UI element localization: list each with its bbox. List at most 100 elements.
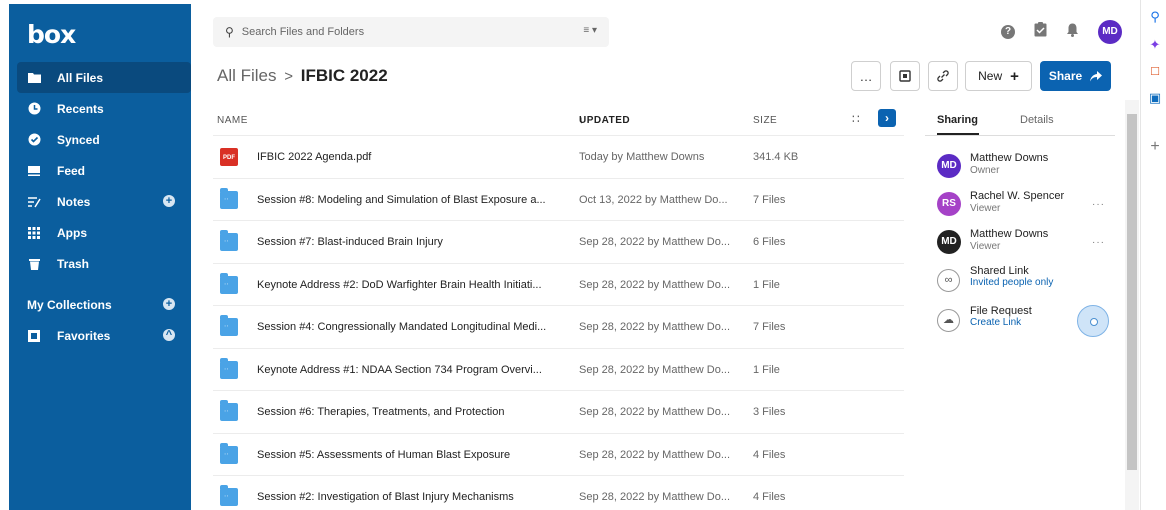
collaborator-name: Matthew Downs (970, 152, 1049, 164)
tasks-icon[interactable] (1034, 22, 1047, 42)
file-name[interactable]: IFBIC 2022 Agenda.pdf (257, 151, 557, 163)
sidebar-item-label: My Collections (27, 297, 112, 312)
column-size[interactable]: SIZE (753, 115, 777, 126)
toggle-sidebar-button[interactable]: › (878, 109, 896, 127)
sidebar-item-feed[interactable]: Feed (17, 155, 191, 186)
breadcrumb-separator: > (284, 68, 294, 85)
folder-icon (220, 357, 238, 379)
new-button[interactable]: New + (965, 61, 1032, 91)
add-collection-button[interactable]: + (163, 298, 175, 310)
search-icon: ⚲ (225, 25, 234, 39)
share-button[interactable]: Share (1040, 61, 1111, 91)
sidebar-item-notes[interactable]: Notes + (17, 186, 191, 217)
table-row[interactable]: Session #5: Assessments of Human Blast E… (213, 432, 904, 476)
shared-link-access[interactable]: Invited people only (970, 277, 1053, 288)
file-name[interactable]: Session #7: Blast-induced Brain Injury (257, 236, 557, 248)
table-row[interactable]: Keynote Address #1: NDAA Section 734 Pro… (213, 347, 904, 391)
file-updated: Today by Matthew Downs (579, 151, 705, 163)
breadcrumb-root[interactable]: All Files (217, 66, 277, 85)
shared-link-row[interactable]: ∞ Shared Link Invited people only (925, 262, 1115, 302)
search-input[interactable]: ⚲ Search Files and Folders ≡ ▾ (213, 17, 609, 47)
file-name[interactable]: Session #8: Modeling and Simulation of B… (257, 194, 557, 206)
table-row[interactable]: Session #4: Congressionally Mandated Lon… (213, 305, 904, 348)
file-name[interactable]: Keynote Address #2: DoD Warfighter Brain… (257, 279, 557, 291)
search-icon[interactable]: ⚲ (1148, 10, 1162, 24)
share-label: Share (1048, 69, 1083, 83)
sidebar-item-my-collections[interactable]: My Collections + (17, 289, 191, 320)
collaborator-row[interactable]: RS Rachel W. Spencer Viewer ··· (925, 186, 1115, 224)
table-row[interactable]: Session #6: Therapies, Treatments, and P… (213, 390, 904, 433)
avatar: MD (937, 154, 961, 178)
check-circle-icon (27, 133, 41, 147)
add-icon[interactable]: + (1148, 139, 1162, 155)
page-title: IFBIC 2022 (300, 66, 388, 85)
sidebar-item-all-files[interactable]: All Files (17, 62, 191, 93)
trash-icon (27, 257, 41, 271)
collaborator-more-button[interactable]: ··· (1092, 237, 1105, 248)
collaborator-row[interactable]: MD Matthew Downs Owner (925, 148, 1115, 186)
sidebar-item-trash[interactable]: Trash (17, 248, 191, 279)
sidebar-item-label: Trash (57, 256, 90, 271)
collaborator-more-button[interactable]: ··· (1092, 199, 1105, 210)
table-row[interactable]: Keynote Address #2: DoD Warfighter Brain… (213, 262, 904, 306)
table-row[interactable]: Session #8: Modeling and Simulation of B… (213, 177, 904, 221)
file-size: 7 Files (753, 193, 786, 206)
add-note-button[interactable]: + (163, 195, 175, 207)
notifications-bell-icon[interactable] (1066, 23, 1079, 42)
file-name[interactable]: Session #2: Investigation of Blast Injur… (257, 491, 557, 503)
sidebar-item-favorites[interactable]: Favorites ^ (17, 320, 191, 351)
office-icon[interactable]: □ (1148, 64, 1162, 78)
copilot-sparkle-icon[interactable]: ✦ (1148, 38, 1162, 52)
file-name[interactable]: Session #4: Congressionally Mandated Lon… (257, 321, 557, 333)
table-header: NAME UPDATED ↓ SIZE (217, 115, 904, 131)
file-name[interactable]: Session #5: Assessments of Human Blast E… (257, 449, 557, 461)
app-window: box All Files Recents Synced Feed Notes (0, 0, 1166, 510)
more-options-button[interactable]: … (851, 61, 881, 91)
help-icon[interactable]: ? (1001, 25, 1015, 39)
sidebar-item-synced[interactable]: Synced (17, 124, 191, 155)
table-row[interactable]: Session #2: Investigation of Blast Injur… (213, 475, 904, 510)
collaborator-name: Rachel W. Spencer (970, 190, 1065, 202)
sidebar-item-recents[interactable]: Recents (17, 93, 191, 124)
file-updated: Sep 28, 2022 by Matthew Do... (579, 278, 731, 291)
file-updated: Sep 28, 2022 by Matthew Do... (579, 236, 731, 248)
apps-grid-icon (27, 226, 41, 240)
clock-icon (27, 102, 41, 116)
file-name[interactable]: Session #6: Therapies, Treatments, and P… (257, 406, 557, 418)
new-label: New (978, 69, 1003, 83)
copy-link-button[interactable] (928, 61, 958, 91)
create-link[interactable]: Create Link (970, 317, 1021, 328)
table-row[interactable]: PDF IFBIC 2022 Agenda.pdf Today by Matth… (213, 135, 904, 178)
sort-arrow-icon: ↓ (579, 115, 585, 126)
folder-icon (220, 272, 238, 294)
file-size: 3 Files (753, 406, 786, 418)
file-updated: Sep 28, 2022 by Matthew Do... (579, 491, 731, 503)
collapse-favorites-button[interactable]: ^ (163, 329, 175, 341)
pointer-highlight (1077, 305, 1109, 337)
scrollbar-thumb[interactable] (1127, 114, 1137, 470)
table-row[interactable]: Session #7: Blast-induced Brain Injury S… (213, 220, 904, 263)
box-logo[interactable]: box (27, 20, 76, 49)
column-name[interactable]: NAME (217, 115, 248, 126)
file-updated: Sep 28, 2022 by Matthew Do... (579, 406, 731, 418)
tab-sharing[interactable]: Sharing (937, 114, 979, 135)
sidebar-item-apps[interactable]: Apps (17, 217, 191, 248)
folder-icon (220, 187, 238, 209)
sidebar-item-label: Apps (57, 225, 87, 240)
file-updated: Sep 28, 2022 by Matthew Do... (579, 363, 731, 376)
share-arrow-icon (1090, 70, 1103, 81)
grid-view-icon[interactable]: ∷ (852, 112, 864, 126)
tab-details[interactable]: Details (1020, 114, 1054, 126)
file-size: 1 File (753, 363, 780, 376)
link-icon: ∞ (937, 269, 960, 292)
user-avatar[interactable]: MD (1098, 20, 1122, 44)
outlook-icon[interactable]: ▣ (1148, 91, 1162, 105)
panel-tabs: Sharing Details (925, 108, 1115, 136)
sidebar-nav: All Files Recents Synced Feed Notes + Ap… (17, 62, 191, 351)
file-size: 7 Files (753, 321, 786, 333)
collaborator-row[interactable]: MD Matthew Downs Viewer ··· (925, 224, 1115, 262)
file-name[interactable]: Keynote Address #1: NDAA Section 734 Pro… (257, 364, 557, 376)
collaborator-name: Matthew Downs (970, 228, 1049, 240)
filter-icon[interactable]: ≡ ▾ (583, 25, 597, 36)
collections-add-button[interactable] (890, 61, 920, 91)
